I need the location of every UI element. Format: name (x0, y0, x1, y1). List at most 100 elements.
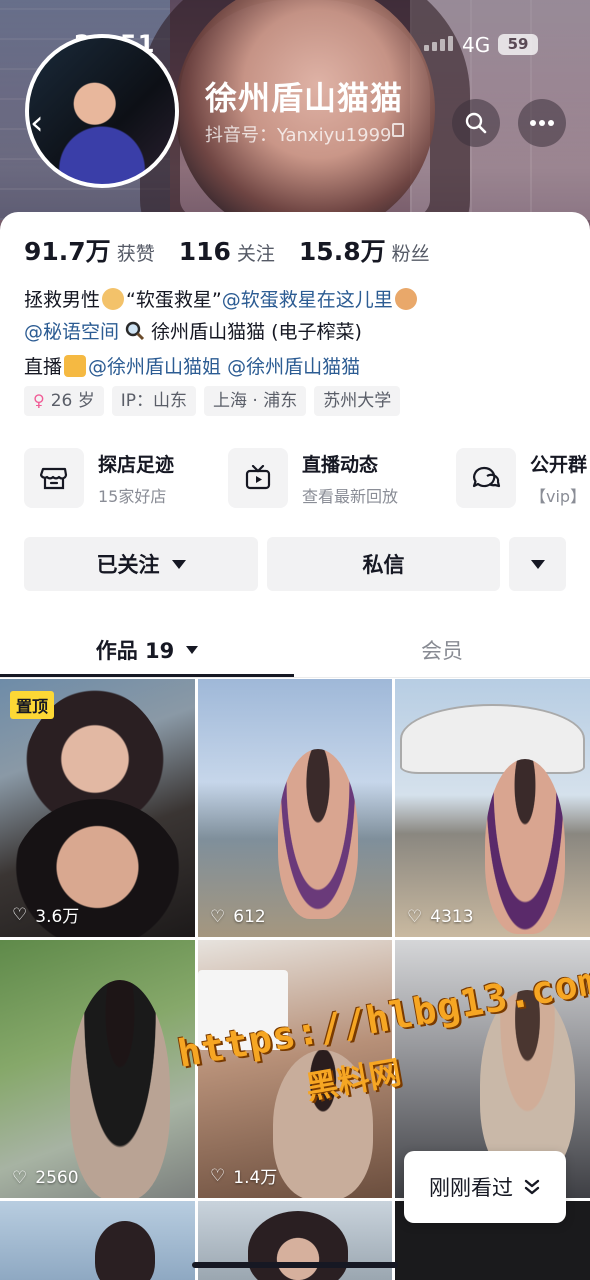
stat-followers[interactable]: 15.8万 粉丝 (299, 232, 430, 268)
magnifier-emoji-icon (125, 319, 145, 351)
video-thumbnail[interactable]: 置顶 ♡ 3.6万 (0, 679, 195, 937)
tag-ip: IP：山东 (111, 386, 197, 416)
group-chat-icon (456, 448, 516, 508)
bio-line-3: 直播 @徐州盾山猫姐 @徐州盾山猫猫 (24, 351, 574, 383)
caret-down-icon (530, 559, 545, 569)
thumbnail-figure (70, 980, 170, 1198)
message-label: 私信 (362, 553, 405, 577)
pinned-badge: 置顶 (10, 691, 55, 719)
recently-viewed-button[interactable]: 刚刚看过 (404, 1151, 566, 1223)
bio-text: “软蛋救星” (126, 289, 222, 311)
bio-text: 直播 (24, 356, 63, 378)
like-count: ♡ 612 (210, 907, 266, 927)
service-title: 探店足迹 (98, 453, 175, 476)
tab-label: 会员 (421, 639, 463, 663)
video-thumbnail[interactable] (0, 1201, 195, 1280)
service-title: 直播动态 (302, 453, 379, 476)
stat-following[interactable]: 116 关注 (179, 237, 275, 266)
thumbnail-figure (95, 1221, 155, 1280)
message-button[interactable]: 私信 (267, 537, 500, 591)
recently-viewed-label: 刚刚看过 (429, 1176, 513, 1200)
home-indicator[interactable] (192, 1262, 398, 1268)
profile-stats: 91.7万 获赞 116 关注 15.8万 粉丝 (24, 232, 454, 268)
umbrella-shape (400, 704, 585, 774)
stat-label: 粉丝 (391, 243, 430, 265)
search-icon (465, 112, 487, 134)
more-icon (530, 120, 554, 126)
expand-button[interactable] (509, 537, 566, 591)
video-thumbnail[interactable]: ♡ 612 (198, 679, 392, 937)
service-title: 公开群 (530, 453, 588, 476)
tv-icon (228, 448, 288, 508)
like-count-value: 612 (233, 907, 266, 927)
content-tabs: 作品 19 会员 (0, 622, 590, 678)
tab-indicator (0, 674, 294, 677)
like-count-value: 2560 (35, 1168, 79, 1188)
tab-member[interactable]: 会员 (294, 622, 590, 678)
service-subtitle: 【vip】 (530, 486, 587, 506)
stat-value: 91.7万 (24, 237, 111, 266)
heart-icon: ♡ (12, 904, 28, 925)
tab-label: 作品 19 (95, 639, 175, 663)
man-emoji-icon (102, 288, 125, 310)
nickname: 徐州盾山猫猫 (205, 79, 404, 117)
bio-text: 徐州盾山猫猫 (电子榨菜) (151, 321, 362, 343)
video-thumbnail[interactable]: ♡ 4313 (395, 679, 590, 937)
bio-mention[interactable]: @软蛋救星在这儿里 (222, 289, 393, 311)
thumbnail-figure (278, 749, 358, 919)
search-button[interactable] (452, 99, 500, 147)
heart-icon: ♡ (12, 1168, 28, 1188)
like-count-value: 1.4万 (233, 1168, 278, 1188)
stat-value: 15.8万 (298, 237, 386, 266)
copy-icon[interactable] (392, 123, 404, 137)
tag-text: 26 岁 (50, 391, 95, 411)
bio-mention[interactable]: @秘语空间 (24, 321, 119, 343)
service-live-updates[interactable]: 直播动态 查看最新回放 (228, 448, 398, 508)
caret-down-icon (186, 646, 199, 654)
service-shop-visits[interactable]: 探店足迹 15家好店 (24, 448, 174, 508)
thumbnail-figure (248, 1211, 348, 1280)
stat-label: 获赞 (116, 243, 155, 265)
tag-location[interactable]: 上海 · 浦东 (204, 386, 307, 416)
stat-label: 关注 (236, 243, 275, 265)
network-label: 4G (462, 33, 491, 57)
following-label: 已关注 (96, 553, 160, 577)
like-count: ♡ 4313 (407, 907, 474, 927)
tag-school[interactable]: 苏州大学 (314, 386, 401, 416)
tag-age: ♀ 26 岁 (24, 386, 104, 416)
like-count: ♡ 1.4万 (210, 1163, 278, 1189)
stat-likes[interactable]: 91.7万 获赞 (24, 232, 155, 268)
caret-down-icon (171, 559, 186, 569)
person-emoji-icon (394, 288, 417, 310)
service-subtitle: 查看最新回放 (302, 486, 399, 506)
services-row: 探店足迹 15家好店 直播动态 查看最新回放 公开群 【vip】 (24, 448, 590, 508)
like-count: ♡ 3.6万 (12, 902, 80, 928)
like-count: ♡ 2560 (12, 1168, 79, 1188)
douyin-id: 抖音号：Yanxiyu1999 (205, 125, 392, 146)
bio-line-2: @秘语空间 徐州盾山猫猫 (电子榨菜) (24, 316, 574, 351)
like-count-value: 4313 (430, 907, 474, 927)
bio-mention[interactable]: @徐州盾山猫姐 (88, 356, 221, 378)
video-thumbnail[interactable]: ♡ 2560 (0, 940, 195, 1198)
signal-icon (424, 36, 453, 51)
tab-works[interactable]: 作品 19 (0, 622, 294, 678)
heart-icon: ♡ (407, 907, 423, 927)
like-count-value: 3.6万 (35, 907, 80, 927)
pointing-hand-emoji-icon (64, 355, 87, 377)
back-icon[interactable]: ‹ (30, 98, 64, 148)
shop-icon (24, 448, 84, 508)
service-subtitle: 15家好店 (98, 486, 167, 506)
heart-icon: ♡ (210, 907, 226, 927)
following-button[interactable]: 已关注 (24, 537, 258, 591)
female-symbol-icon: ♀ (33, 391, 45, 410)
bio-text: 拯救男性 (24, 289, 101, 311)
bio-mention[interactable]: @徐州盾山猫猫 (227, 356, 360, 378)
profile-bio: 拯救男性 “软蛋救星”@软蛋救星在这儿里 @秘语空间 徐州盾山猫猫 (电子榨菜) … (24, 284, 574, 383)
profile-tags: ♀ 26 岁 IP：山东 上海 · 浦东 苏州大学 (24, 386, 401, 416)
video-thumbnail[interactable] (198, 1201, 392, 1280)
bio-line-1: 拯救男性 “软蛋救星”@软蛋救星在这儿里 (24, 284, 574, 316)
battery-icon: 59 (498, 34, 538, 55)
service-public-group[interactable]: 公开群 【vip】 (456, 448, 587, 508)
heart-icon: ♡ (210, 1165, 226, 1186)
more-button[interactable] (518, 99, 566, 147)
